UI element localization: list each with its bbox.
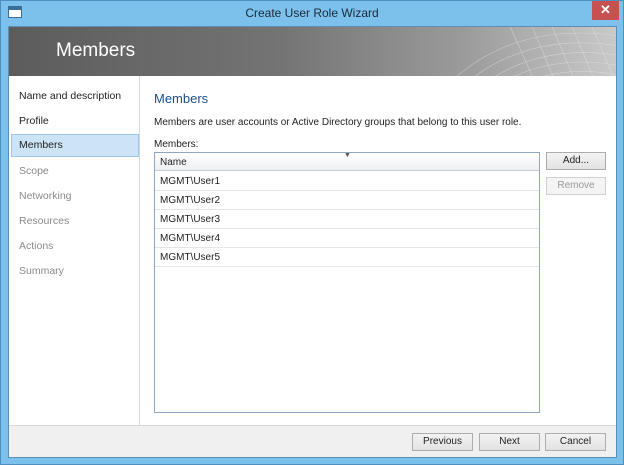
members-label: Members: — [154, 139, 199, 150]
section-description: Members are user accounts or Active Dire… — [154, 117, 522, 128]
members-grid[interactable]: Name ▼ MGMT\User1 MGMT\User2 MGMT\User3 … — [154, 152, 540, 413]
nav-item-actions: Actions — [19, 240, 54, 252]
remove-button[interactable]: Remove — [546, 177, 606, 195]
member-row[interactable]: MGMT\User1 — [155, 172, 539, 191]
nav-item-networking: Networking — [19, 190, 72, 202]
member-row[interactable]: MGMT\User4 — [155, 229, 539, 248]
title-bar[interactable]: Create User Role Wizard ✕ — [1, 1, 623, 26]
nav-item-resources: Resources — [19, 215, 70, 227]
nav-item-profile[interactable]: Profile — [11, 110, 139, 133]
section-title: Members — [154, 91, 209, 106]
name-column-header[interactable]: Name ▼ — [155, 152, 539, 171]
member-row[interactable]: MGMT\User5 — [155, 248, 539, 267]
window-title: Create User Role Wizard — [245, 6, 379, 20]
wizard-step-nav: Name and description Profile Members Sco… — [9, 76, 140, 425]
nav-item-name-and-description[interactable]: Name and description — [11, 85, 139, 108]
members-page: Members Members are user accounts or Act… — [141, 76, 616, 425]
member-row[interactable]: MGMT\User3 — [155, 210, 539, 229]
nav-item-scope: Scope — [19, 165, 49, 177]
name-column-label: Name — [160, 157, 187, 168]
nav-item-summary: Summary — [19, 265, 64, 277]
close-button[interactable]: ✕ — [592, 1, 619, 20]
next-button[interactable]: Next — [479, 433, 540, 451]
add-button[interactable]: Add... — [546, 152, 606, 170]
banner-title: Members — [56, 40, 136, 61]
header-banner: Members — [9, 27, 616, 76]
banner-decoration-graphic — [456, 27, 616, 76]
previous-button[interactable]: Previous — [412, 433, 473, 451]
nav-item-members[interactable]: Members — [11, 134, 139, 157]
wizard-window: Create User Role Wizard ✕ Members Name a… — [0, 0, 624, 465]
cancel-button[interactable]: Cancel — [545, 433, 606, 451]
sort-arrow-icon: ▼ — [344, 152, 351, 159]
wizard-client-area: Members Name and description Profile Mem… — [8, 26, 617, 458]
wizard-footer: Previous Next Cancel — [9, 425, 616, 457]
member-row[interactable]: MGMT\User2 — [155, 191, 539, 210]
